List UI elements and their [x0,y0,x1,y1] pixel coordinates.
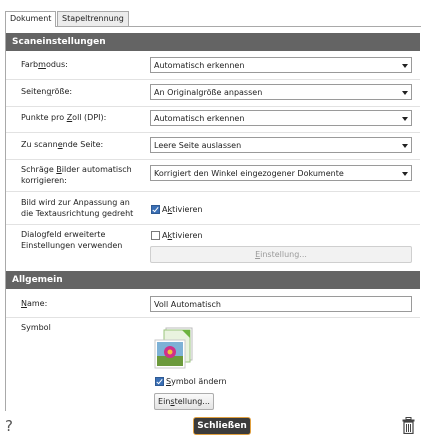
help-icon[interactable]: ? [5,417,13,435]
section-header-general: Allgemein [6,271,420,289]
chevron-down-icon [402,91,408,95]
color-mode-label: Farbmodus: [21,60,68,69]
symbol-change-label: Symbol ändern [166,377,227,386]
section-header-scan: Scaneinstellungen [6,33,420,51]
advanced-checkbox[interactable] [151,231,160,240]
advanced-label: Dialogfeld erweiterte [21,230,106,239]
dpi-select[interactable]: Automatisch erkennen [150,110,412,126]
page-size-select[interactable]: An Originalgröße anpassen [150,84,412,100]
rotate-label: Bild wird zur Anpassung an [21,198,130,207]
rotate-checkbox[interactable] [151,205,160,214]
name-label: Name: [21,299,48,308]
symbol-change-checkbox[interactable] [155,377,164,386]
symbol-settings-button[interactable]: Einstellung... [154,393,214,410]
scan-side-select[interactable]: Leere Seite auslassen [150,137,412,153]
chevron-down-icon [402,64,408,68]
chevron-down-icon [402,172,408,176]
advanced-label-line2: Einstellungen verwenden [21,241,123,250]
deskew-select[interactable]: Korrigiert den Winkel eingezogener Dokum… [150,165,412,181]
trash-icon[interactable] [402,417,415,434]
color-mode-select[interactable]: Automatisch erkennen [150,57,412,73]
symbol-label: Symbol [21,323,51,332]
scan-side-label: Zu scannende Seite: [21,140,104,149]
deskew-label-line2: korrigieren: [21,176,67,185]
dpi-label: Punkte pro Zoll (DPI): [21,113,107,122]
chevron-down-icon [402,117,408,121]
deskew-label: Schräge Bilder automatisch [21,165,132,174]
tab-stapeltrennung[interactable]: Stapeltrennung [57,11,129,26]
advanced-settings-button[interactable]: Einstellung... [150,246,412,263]
close-button[interactable]: Schließen [193,417,251,435]
symbol-image-icon [154,327,193,369]
advanced-checkbox-label: Aktivieren [162,231,203,240]
page-size-label: Seitengröße: [21,87,73,96]
rotate-label-line2: die Textausrichtung gedreht [21,209,134,218]
name-field[interactable]: Voll Automatisch [150,296,412,312]
tab-dokument[interactable]: Dokument [5,11,57,27]
chevron-down-icon [402,144,408,148]
rotate-checkbox-label: Aktivieren [162,205,203,214]
